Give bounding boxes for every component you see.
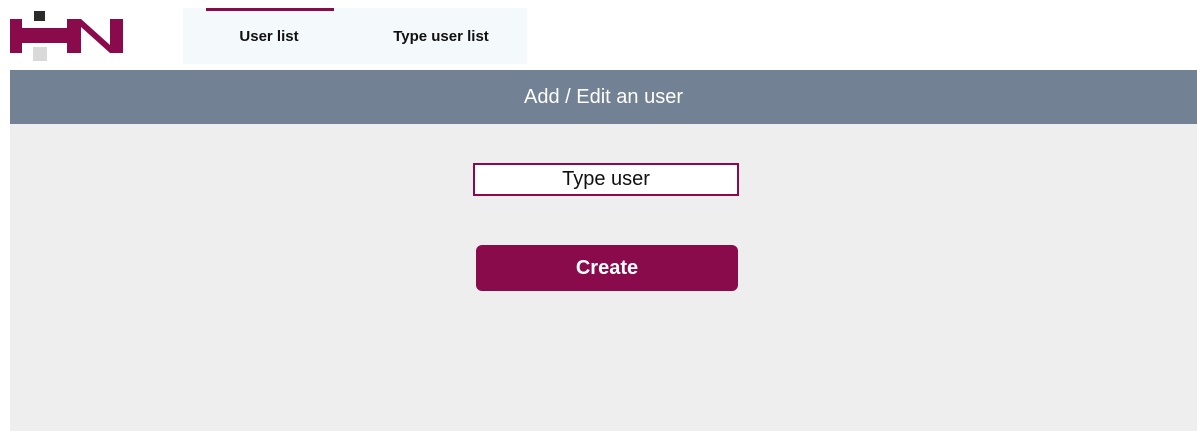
top-navigation-bar: User list Type user list [0,0,1197,70]
panel-title: Add / Edit an user [524,85,683,108]
main-tabs: User list Type user list [183,8,527,64]
hn-logo-graphic [10,11,123,61]
panel-title-bar: Add / Edit an user [10,70,1197,124]
hn-logo[interactable] [10,9,126,63]
add-edit-user-panel: Add / Edit an user Create [10,70,1197,431]
tab-type-user-list-label: Type user list [393,27,489,45]
tab-user-list-label: User list [239,27,299,45]
create-button[interactable]: Create [476,245,738,291]
tab-user-list[interactable]: User list [183,8,355,64]
type-user-input[interactable] [473,163,739,196]
active-tab-indicator [206,8,334,11]
tab-type-user-list[interactable]: Type user list [355,8,527,64]
